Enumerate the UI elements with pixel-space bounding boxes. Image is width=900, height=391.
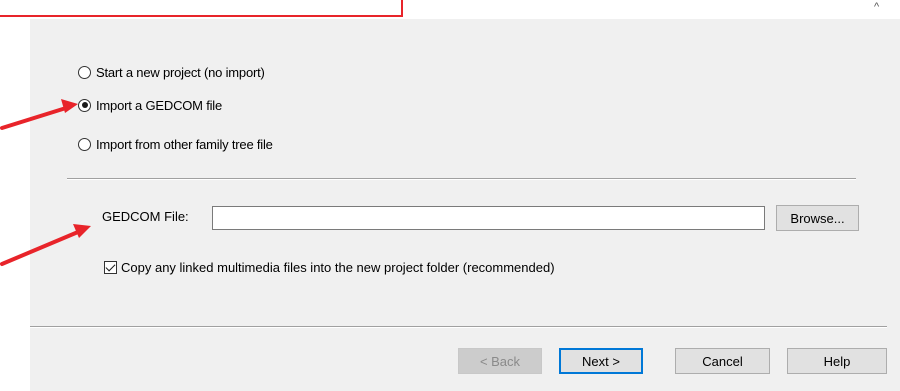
radio-option-import-gedcom[interactable]: Import a GEDCOM file bbox=[78, 96, 222, 114]
highlight-box-annotation bbox=[0, 0, 403, 17]
radio-button[interactable] bbox=[78, 65, 91, 79]
radio-option-label: Start a new project (no import) bbox=[96, 64, 265, 80]
radio-option-label: Import a GEDCOM file bbox=[96, 97, 223, 113]
radio-button[interactable] bbox=[78, 137, 91, 151]
checkbox-checked[interactable] bbox=[104, 260, 117, 274]
browse-button[interactable]: Browse... bbox=[776, 205, 859, 231]
separator-top bbox=[67, 178, 856, 180]
copy-media-label: Copy any linked multimedia files into th… bbox=[121, 259, 555, 275]
gedcom-file-input[interactable] bbox=[212, 206, 765, 230]
cancel-button[interactable]: Cancel bbox=[675, 348, 770, 374]
next-button[interactable]: Next > bbox=[559, 348, 643, 374]
copy-media-option[interactable]: Copy any linked multimedia files into th… bbox=[104, 258, 555, 276]
radio-option-label: Import from other family tree file bbox=[96, 136, 273, 152]
separator-bottom bbox=[30, 326, 887, 328]
help-button[interactable]: Help bbox=[787, 348, 887, 374]
radio-button-selected[interactable] bbox=[78, 98, 91, 112]
back-button[interactable]: < Back bbox=[458, 348, 542, 374]
gedcom-file-label: GEDCOM File: bbox=[102, 209, 189, 224]
collapse-icon[interactable]: ^ bbox=[874, 1, 879, 13]
radio-option-new-project[interactable]: Start a new project (no import) bbox=[78, 63, 265, 81]
radio-option-import-other-file[interactable]: Import from other family tree file bbox=[78, 135, 273, 153]
